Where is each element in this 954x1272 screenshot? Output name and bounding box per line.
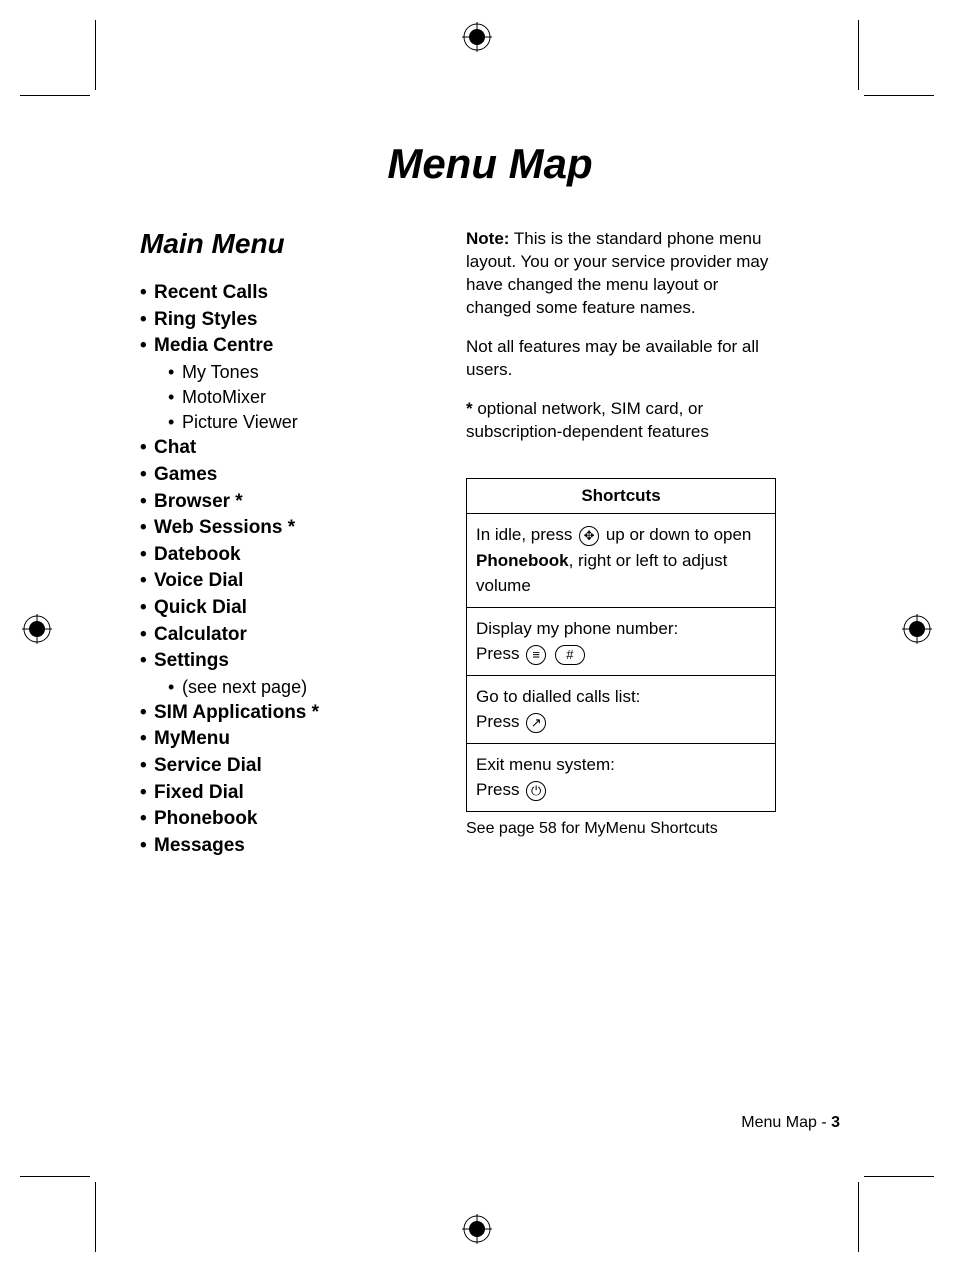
star-label: * — [466, 399, 473, 418]
menu-item: Voice Dial — [154, 568, 430, 595]
menu-item: Phonebook — [154, 806, 430, 833]
page-title: Menu Map — [140, 140, 840, 188]
menu-label: SIM Applications * — [154, 702, 319, 723]
crop-mark — [858, 1182, 859, 1252]
submenu-item: (see next page) — [182, 675, 430, 700]
shortcut-text: Display my phone number: — [476, 616, 766, 642]
footnote-paragraph: * optional network, SIM card, or subscri… — [466, 398, 776, 444]
menu-item: Messages — [154, 833, 430, 860]
menu-item: Recent Calls — [154, 280, 430, 307]
registration-mark-top — [462, 22, 492, 52]
end-key-icon: ⏻ — [526, 781, 546, 801]
page-number: 3 — [831, 1114, 840, 1131]
menu-label: Phonebook — [154, 808, 257, 829]
menu-label: Web Sessions * — [154, 517, 295, 538]
note-label: Note: — [466, 229, 509, 248]
menu-item: Settings (see next page) — [154, 648, 430, 700]
menu-item: Datebook — [154, 542, 430, 569]
menu-item: Calculator — [154, 622, 430, 649]
menu-label: Messages — [154, 835, 245, 856]
menu-item: Service Dial — [154, 753, 430, 780]
menu-label: Fixed Dial — [154, 782, 244, 803]
menu-item: Fixed Dial — [154, 780, 430, 807]
note-text: This is the standard phone menu layout. … — [466, 229, 768, 317]
shortcut-text: Go to dialled calls list: — [476, 684, 766, 710]
menu-item: SIM Applications * — [154, 700, 430, 727]
phonebook-word: Phonebook — [476, 551, 569, 570]
menu-item: Chat — [154, 435, 430, 462]
registration-mark-bottom — [462, 1214, 492, 1244]
send-key-icon: ↗ — [526, 713, 546, 733]
menu-label: Datebook — [154, 544, 241, 565]
menu-label: Recent Calls — [154, 282, 268, 303]
note-paragraph: Note: This is the standard phone menu la… — [466, 228, 776, 320]
menu-label: My Tones — [182, 362, 259, 382]
menu-label: Chat — [154, 437, 196, 458]
menu-list: Recent Calls Ring Styles Media Centre My… — [140, 280, 430, 859]
submenu-item: Picture Viewer — [182, 410, 430, 435]
shortcut-press-line: Press ≡ # — [476, 641, 766, 667]
submenu-item: My Tones — [182, 360, 430, 385]
crop-mark — [864, 1176, 934, 1177]
menu-label: (see next page) — [182, 677, 307, 697]
menu-label: Settings — [154, 650, 229, 671]
menu-label: Quick Dial — [154, 597, 247, 618]
nav-key-icon: ✥ — [579, 526, 599, 546]
shortcuts-caption: See page 58 for MyMenu Shortcuts — [466, 818, 776, 840]
menu-label: Service Dial — [154, 755, 262, 776]
shortcut-row: In idle, press ✥ up or down to open Phon… — [467, 514, 776, 608]
shortcut-text: Press — [476, 712, 524, 731]
menu-item: Browser * — [154, 489, 430, 516]
shortcut-press-line: Press ⏻ — [476, 777, 766, 803]
shortcut-text: In idle, press — [476, 525, 577, 544]
submenu-item: MotoMixer — [182, 385, 430, 410]
menu-item: MyMenu — [154, 726, 430, 753]
menu-item: Web Sessions * — [154, 515, 430, 542]
star-text: optional network, SIM card, or subscript… — [466, 399, 709, 441]
shortcut-text: Press — [476, 644, 524, 663]
menu-item: Games — [154, 462, 430, 489]
shortcut-row: Go to dialled calls list: Press ↗ — [467, 675, 776, 743]
page-footer: Menu Map - 3 — [741, 1114, 840, 1132]
page-content: Menu Map Main Menu Recent Calls Ring Sty… — [140, 140, 840, 1140]
hash-key-icon: # — [555, 645, 585, 665]
crop-mark — [858, 20, 859, 90]
crop-mark — [95, 1182, 96, 1252]
crop-mark — [20, 1176, 90, 1177]
menu-key-icon: ≡ — [526, 645, 546, 665]
menu-item: Quick Dial — [154, 595, 430, 622]
shortcut-text: Press — [476, 780, 524, 799]
section-title: Main Menu — [140, 228, 430, 260]
crop-mark — [864, 95, 934, 96]
availability-text: Not all features may be available for al… — [466, 336, 776, 382]
menu-label: MotoMixer — [182, 387, 266, 407]
registration-mark-left — [22, 614, 52, 644]
shortcut-text: Exit menu system: — [476, 752, 766, 778]
menu-label: Picture Viewer — [182, 412, 298, 432]
main-menu-column: Main Menu Recent Calls Ring Styles Media… — [140, 228, 430, 859]
shortcut-text: up or down to open — [601, 525, 751, 544]
menu-label: Voice Dial — [154, 570, 243, 591]
menu-label: Browser * — [154, 491, 243, 512]
menu-label: Calculator — [154, 624, 247, 645]
notes-column: Note: This is the standard phone menu la… — [466, 228, 776, 859]
submenu-list: (see next page) — [154, 675, 430, 700]
registration-mark-right — [902, 614, 932, 644]
shortcut-press-line: Press ↗ — [476, 709, 766, 735]
crop-mark — [95, 20, 96, 90]
menu-label: MyMenu — [154, 728, 230, 749]
shortcut-row: Exit menu system: Press ⏻ — [467, 743, 776, 811]
crop-mark — [20, 95, 90, 96]
footer-label: Menu Map - — [741, 1114, 831, 1131]
submenu-list: My Tones MotoMixer Picture Viewer — [154, 360, 430, 436]
menu-label: Media Centre — [154, 335, 273, 356]
shortcut-row: Display my phone number: Press ≡ # — [467, 607, 776, 675]
menu-item: Media Centre My Tones MotoMixer Picture … — [154, 333, 430, 435]
shortcuts-table: Shortcuts In idle, press ✥ up or down to… — [466, 478, 776, 812]
shortcuts-header: Shortcuts — [467, 478, 776, 514]
menu-item: Ring Styles — [154, 307, 430, 334]
menu-label: Ring Styles — [154, 309, 257, 330]
menu-label: Games — [154, 464, 217, 485]
